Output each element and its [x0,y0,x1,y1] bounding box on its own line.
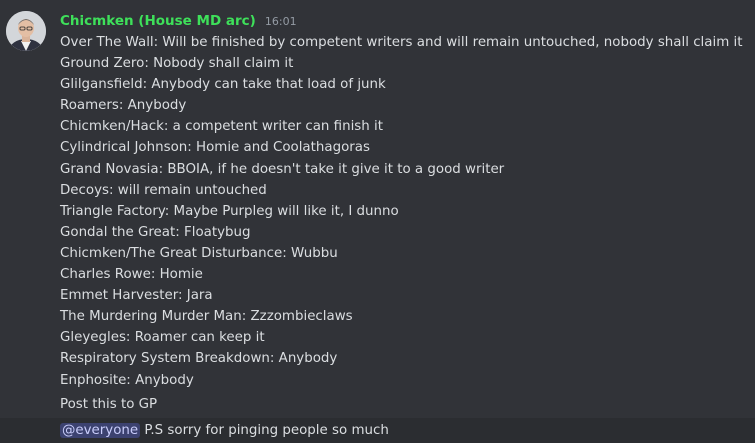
message-line: Triangle Factory: Maybe Purpleg will lik… [60,203,399,219]
message-line: Respiratory System Breakdown: Anybody [60,351,338,367]
message-line: Glilgansfield: Anybody can take that loa… [60,77,386,93]
message-line: Gleyegles: Roamer can keep it [60,330,265,346]
message-line: Over The Wall: Will be finished by compe… [60,35,743,50]
message-line: Grand Novasia: BBOIA, if he doesn't take… [60,161,505,177]
message-line: Cylindrical Johnson: Homie and Coolathag… [60,140,370,156]
username[interactable]: Chicmken (House MD arc) [60,13,256,29]
timestamp[interactable]: 16:01 [265,15,297,28]
message-line: Decoys: will remain untouched [60,182,267,198]
avatar-image [6,11,46,51]
message-line: The Murdering Murder Man: Zzzombieclaws [60,309,353,325]
message-line: Gondal the Great: Floatybug [60,224,251,240]
message-line: Emmet Harvester: Jara [60,288,213,304]
message-line: Chicmken/The Great Disturbance: Wubbu [60,245,338,261]
message-line: Enphosite: Anybody [60,372,194,388]
message-header: Chicmken (House MD arc) 16:01 [60,10,297,30]
message-line: Charles Rowe: Homie [60,267,203,283]
message-line: Ground Zero: Nobody shall claim it [60,56,294,72]
message-line: Roamers: Anybody [60,98,187,114]
mention-message: @everyone P.S sorry for pinging people s… [60,420,389,441]
everyone-mention[interactable]: @everyone [60,423,141,438]
followup-message: Post this to GP [60,397,158,412]
message-line: Chicmken/Hack: a competent writer can fi… [60,119,383,135]
message-content: Over The Wall: Will be finished by compe… [60,32,742,391]
avatar[interactable] [6,11,46,51]
mention-message-text: P.S sorry for pinging people so much [144,423,389,438]
